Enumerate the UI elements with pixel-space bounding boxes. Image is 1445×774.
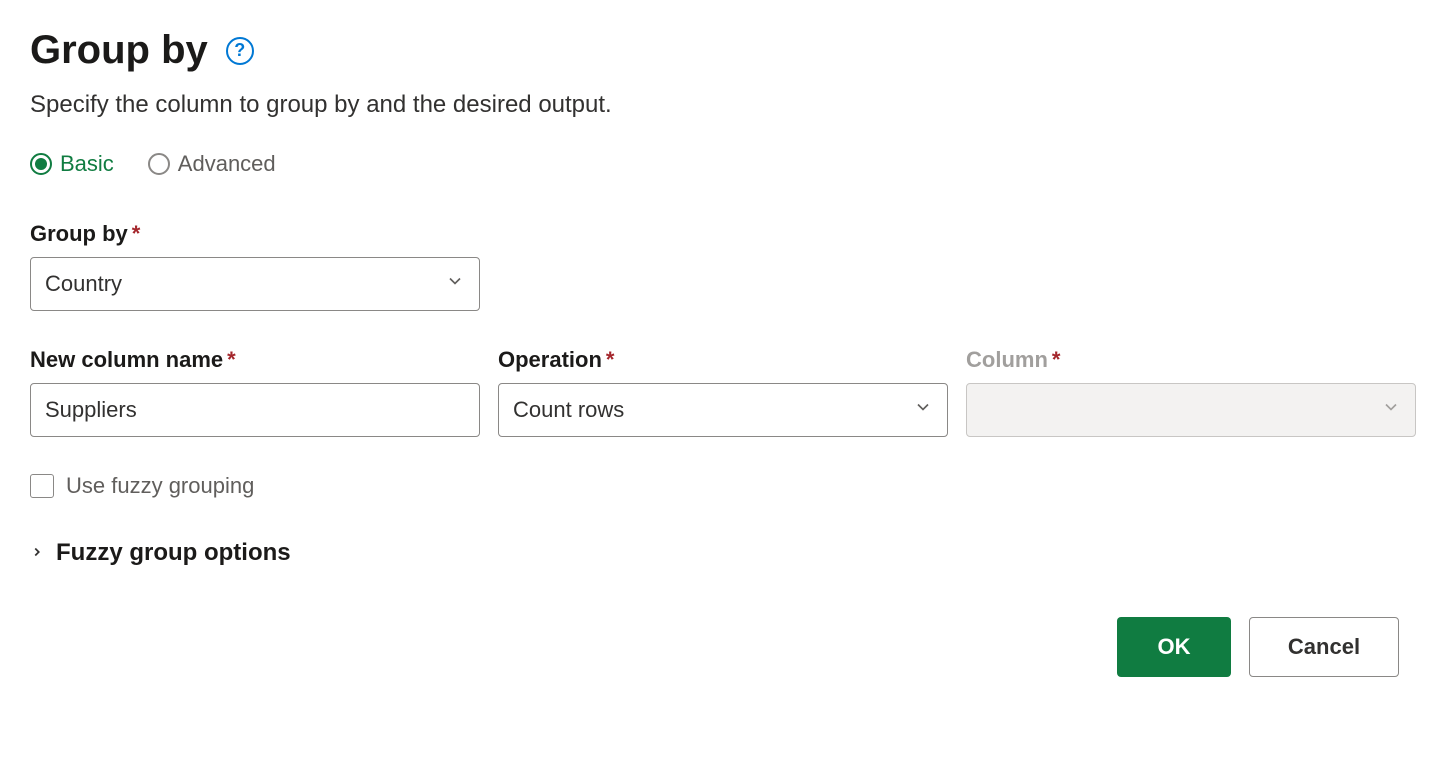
- fuzzy-grouping-checkbox[interactable]: Use fuzzy grouping: [30, 473, 1415, 499]
- column-select: [966, 383, 1416, 437]
- required-asterisk: *: [227, 347, 236, 372]
- aggregation-row: New column name* Operation* Count rows C…: [30, 347, 1415, 437]
- operation-label: Operation*: [498, 347, 948, 373]
- radio-basic[interactable]: Basic: [30, 151, 114, 177]
- ok-button[interactable]: OK: [1117, 617, 1231, 677]
- chevron-down-icon: [913, 397, 933, 423]
- new-column-label-text: New column name: [30, 347, 223, 372]
- group-by-value: Country: [45, 271, 122, 297]
- chevron-right-icon: [30, 542, 44, 565]
- fuzzy-options-expander[interactable]: Fuzzy group options: [30, 539, 1415, 567]
- column-label: Column*: [966, 347, 1416, 373]
- radio-advanced[interactable]: Advanced: [148, 151, 276, 177]
- group-by-field: Group by* Country: [30, 221, 480, 311]
- new-column-input[interactable]: [30, 383, 480, 437]
- help-icon[interactable]: ?: [226, 37, 254, 65]
- group-by-label-text: Group by: [30, 221, 128, 246]
- required-asterisk: *: [132, 221, 141, 246]
- help-icon-glyph: ?: [234, 40, 245, 61]
- operation-field: Operation* Count rows: [498, 347, 948, 437]
- dialog-subtitle: Specify the column to group by and the d…: [30, 91, 1415, 119]
- radio-advanced-label: Advanced: [178, 151, 276, 177]
- radio-circle-icon: [148, 153, 170, 175]
- dialog-title: Group by: [30, 28, 208, 73]
- column-field: Column*: [966, 347, 1416, 437]
- cancel-button[interactable]: Cancel: [1249, 617, 1399, 677]
- group-by-select[interactable]: Country: [30, 257, 480, 311]
- ok-button-label: OK: [1158, 634, 1191, 660]
- required-asterisk: *: [606, 347, 615, 372]
- radio-inner-dot: [35, 158, 47, 170]
- dialog-buttons: OK Cancel: [30, 617, 1415, 677]
- column-label-text: Column: [966, 347, 1048, 372]
- chevron-down-icon: [445, 271, 465, 297]
- radio-circle-icon: [30, 153, 52, 175]
- new-column-label: New column name*: [30, 347, 480, 373]
- chevron-down-icon: [1381, 397, 1401, 423]
- radio-basic-label: Basic: [60, 151, 114, 177]
- operation-label-text: Operation: [498, 347, 602, 372]
- operation-select[interactable]: Count rows: [498, 383, 948, 437]
- cancel-button-label: Cancel: [1288, 634, 1360, 660]
- mode-radio-group: Basic Advanced: [30, 151, 1415, 177]
- fuzzy-checkbox-label: Use fuzzy grouping: [66, 473, 254, 499]
- checkbox-icon: [30, 474, 54, 498]
- group-by-label: Group by*: [30, 221, 480, 247]
- required-asterisk: *: [1052, 347, 1061, 372]
- new-column-field: New column name*: [30, 347, 480, 437]
- fuzzy-expander-label: Fuzzy group options: [56, 539, 291, 567]
- dialog-header: Group by ?: [30, 28, 1415, 73]
- operation-value: Count rows: [513, 397, 624, 423]
